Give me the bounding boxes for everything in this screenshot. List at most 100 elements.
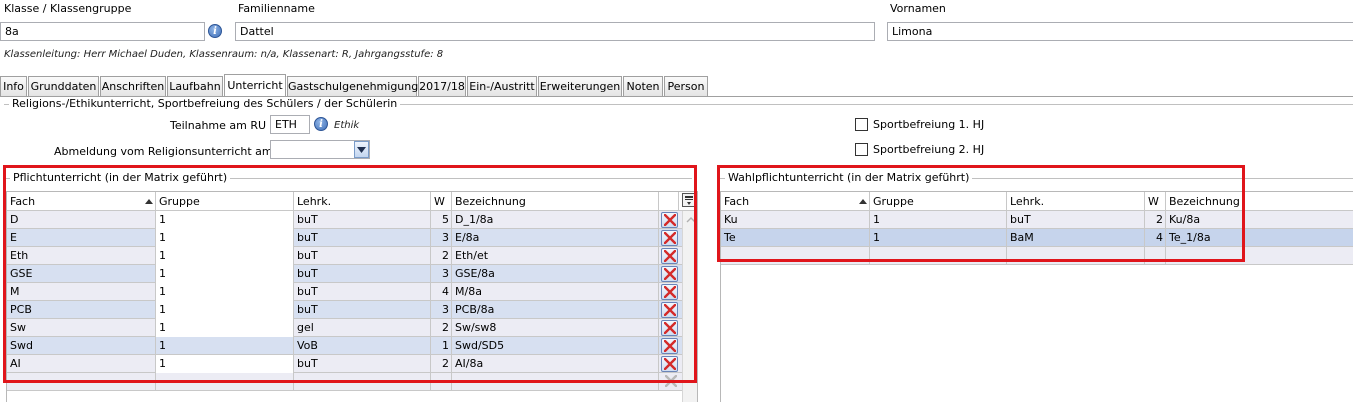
tab-unterricht[interactable]: Unterricht [224,74,286,96]
cell-gruppe[interactable]: 1 [156,283,294,301]
col-w[interactable]: W [1145,192,1166,211]
cell-fach: PCB [7,301,156,319]
cell-gruppe[interactable]: 1 [156,355,294,373]
teilnahme-label: Teilnahme am RU [170,119,267,132]
cell-fach: GSE [7,265,156,283]
delete-x-icon[interactable] [661,338,678,354]
cell-gruppe[interactable]: 1 [156,229,294,247]
table-row[interactable]: GSE 1 buT 3 GSE/8a [7,265,697,283]
table-row[interactable]: Swd 1 VoB 1 Swd/SD5 [7,337,697,355]
delete-x-icon[interactable] [661,212,678,228]
tab-gastschulgenehmigung[interactable]: Gastschulgenehmigung [287,76,418,96]
col-bezeichnung[interactable]: Bezeichnung [1166,192,1353,211]
tab-2017-18[interactable]: 2017/18 [418,76,466,96]
tab-info[interactable]: Info [0,76,27,96]
col-fach[interactable]: Fach [7,192,156,211]
delete-x-icon[interactable] [661,230,678,246]
col-gruppe[interactable]: Gruppe [156,192,294,211]
pflicht-grid-header: Fach Gruppe Lehrk. W Bezeichnung [7,192,697,211]
tab-anschriften[interactable]: Anschriften [100,76,166,96]
cell-gruppe[interactable]: 1 [156,265,294,283]
tab-laufbahn[interactable]: Laufbahn [167,76,223,96]
sport1-label: Sportbefreiung 1. HJ [873,118,985,131]
info-icon[interactable]: i [208,24,222,38]
cell-w: 1 [431,337,452,355]
col-fach[interactable]: Fach [721,192,870,211]
cell-lehrk: buT [294,283,431,301]
vertical-scrollbar[interactable] [682,211,697,402]
klasse-input[interactable]: 8a [0,22,205,41]
cell-fach: Swd [7,337,156,355]
cell-fach: M [7,283,156,301]
cell-gruppe[interactable]: 1 [156,301,294,319]
sport1-checkbox[interactable] [855,118,868,131]
cell-fach: E [7,229,156,247]
table-row-selected[interactable]: Te 1 BaM 4 Te_1/8a [721,229,1353,247]
tab-ein-austritt[interactable]: Ein-/Austritt [467,76,537,96]
delete-x-icon[interactable] [661,356,678,372]
delete-x-icon[interactable] [661,248,678,264]
wahl-group-title: Wahlpflichtunterricht (in der Matrix gef… [725,171,973,184]
table-row-empty[interactable] [7,373,697,391]
cell-bezeichnung: Sw/sw8 [452,319,659,337]
cell-lehrk: buT [294,229,431,247]
col-lehrk[interactable]: Lehrk. [294,192,431,211]
cell-w: 3 [431,301,452,319]
cell-lehrk: BaM [1007,229,1145,247]
table-row-empty[interactable] [721,247,1353,265]
sort-ascending-icon [859,199,867,204]
cell-lehrk: gel [294,319,431,337]
delete-x-icon[interactable] [661,284,678,300]
col-w[interactable]: W [431,192,452,211]
tab-noten[interactable]: Noten [623,76,663,96]
table-row[interactable]: Sw 1 gel 2 Sw/sw8 [7,319,697,337]
familienname-label: Familienname [238,2,315,15]
col-lehrk[interactable]: Lehrk. [1007,192,1145,211]
teilnahme-info-text: Ethik [334,120,360,131]
table-row[interactable]: Eth 1 buT 2 Eth/et [7,247,697,265]
table-row[interactable]: PCB 1 buT 3 PCB/8a [7,301,697,319]
cell-bezeichnung: D_1/8a [452,211,659,229]
cell-gruppe[interactable]: 1 [870,211,1007,229]
cell-w: 5 [431,211,452,229]
cell-gruppe[interactable]: 1 [156,211,294,229]
delete-x-icon[interactable] [661,266,678,282]
table-row[interactable]: Ku 1 buT 2 Ku/8a [721,211,1353,229]
delete-x-icon[interactable] [661,302,678,318]
cell-lehrk: buT [294,247,431,265]
tab-grunddaten[interactable]: Grunddaten [28,76,99,96]
klasse-label: Klasse / Klassengruppe [4,2,132,15]
dropdown-arrow-icon[interactable] [354,141,369,158]
table-row[interactable]: E 1 buT 3 E/8a [7,229,697,247]
cell-fach: Sw [7,319,156,337]
teilnahme-input[interactable]: ETH [270,115,310,134]
cell-fach: Ku [721,211,870,229]
cell-w: 3 [431,229,452,247]
delete-x-icon[interactable] [661,320,678,336]
cell-fach: AI [7,355,156,373]
cell-bezeichnung: AI/8a [452,355,659,373]
cell-w: 4 [431,283,452,301]
table-row[interactable]: D 1 buT 5 D_1/8a [7,211,697,229]
teilnahme-info-icon[interactable]: i [314,117,328,131]
vornamen-label: Vornamen [890,2,946,15]
sport2-checkbox[interactable] [855,143,868,156]
col-bezeichnung[interactable]: Bezeichnung [452,192,659,211]
cell-gruppe[interactable]: 1 [156,319,294,337]
delete-x-icon [664,374,678,390]
cell-w: 2 [431,247,452,265]
table-row[interactable]: AI 1 buT 2 AI/8a [7,355,697,373]
column-chooser-icon[interactable] [682,193,696,207]
table-row[interactable]: M 1 buT 4 M/8a [7,283,697,301]
cell-gruppe[interactable]: 1 [156,337,294,355]
tab-erweiterungen[interactable]: Erweiterungen [538,76,622,96]
col-gruppe[interactable]: Gruppe [870,192,1007,211]
tab-person[interactable]: Person [664,76,708,96]
cell-gruppe[interactable]: 1 [156,247,294,265]
cell-gruppe[interactable]: 1 [870,229,1007,247]
cell-lehrk: buT [294,211,431,229]
cell-bezeichnung: GSE/8a [452,265,659,283]
vornamen-input[interactable]: Limona [887,22,1353,41]
familienname-input[interactable]: Dattel [235,22,875,41]
wahl-grid-header: Fach Gruppe Lehrk. W Bezeichnung [721,192,1353,211]
